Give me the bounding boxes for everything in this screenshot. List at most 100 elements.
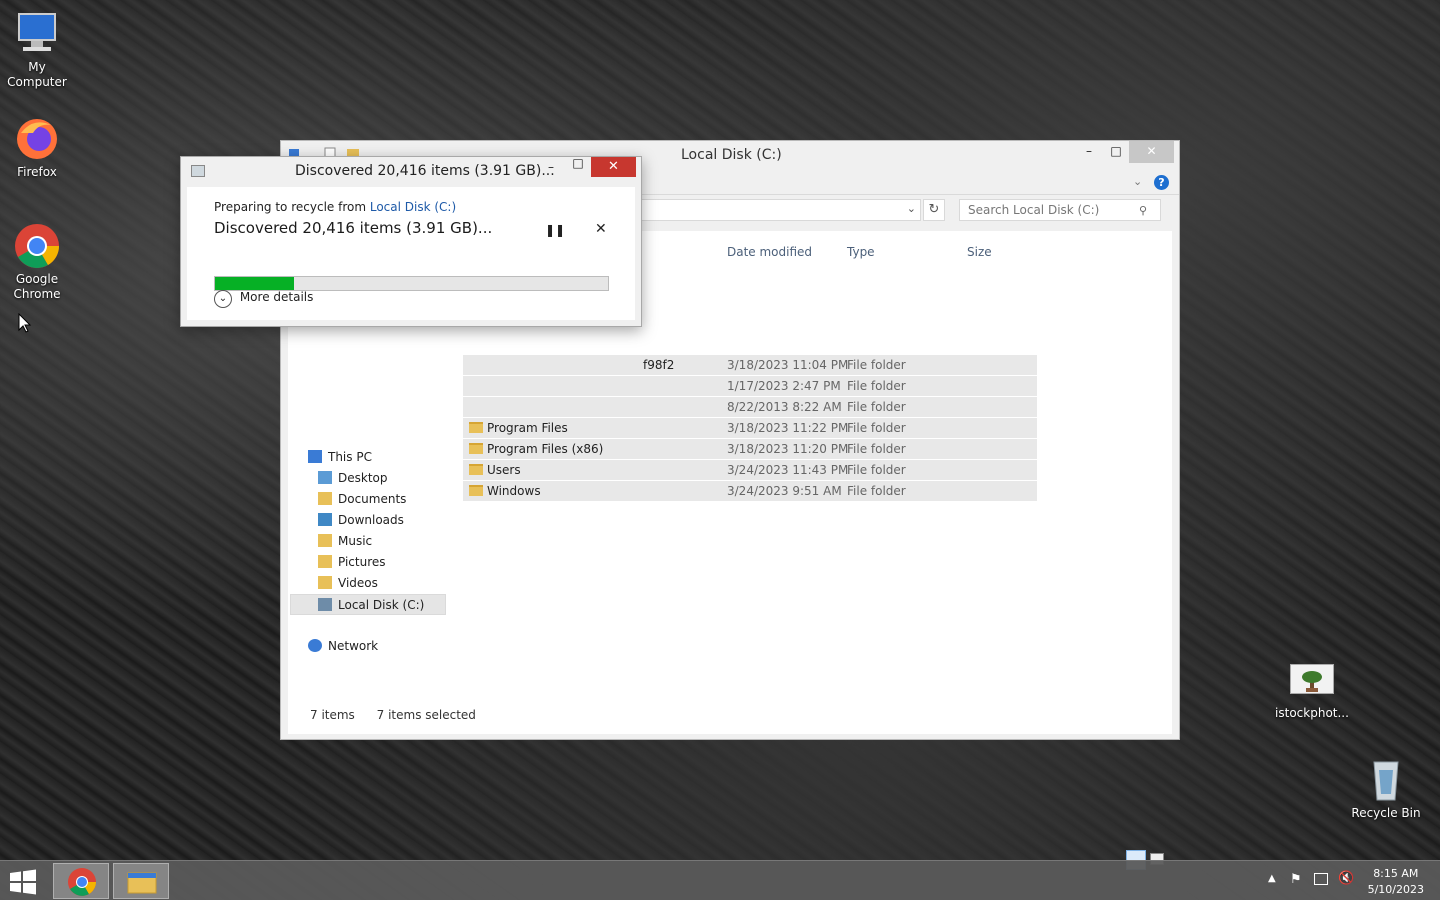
nav-label: Downloads — [338, 513, 404, 527]
desktop-icon-istockphoto[interactable]: istockphot... — [1274, 664, 1350, 721]
dialog-close-button[interactable]: ✕ — [591, 157, 636, 177]
nav-item-this-pc[interactable]: This PC — [308, 447, 372, 468]
selected-count: 7 items selected — [376, 708, 476, 722]
file-type: File folder — [847, 463, 906, 477]
action-center-flag-icon[interactable]: ⚑ — [1290, 872, 1302, 887]
file-type: File folder — [847, 484, 906, 498]
clock-time: 8:15 AM — [1373, 867, 1419, 880]
file-name: Windows — [487, 484, 541, 498]
nav-item-downloads[interactable]: Downloads — [318, 510, 404, 531]
system-clock[interactable]: 8:15 AM 5/10/2023 — [1368, 866, 1424, 898]
nav-item-documents[interactable]: Documents — [318, 489, 406, 510]
start-button[interactable] — [8, 869, 38, 895]
table-row[interactable]: Program Files 3/18/2023 11:22 PM File fold… — [463, 418, 1037, 439]
file-name: Program Files (x86) — [487, 442, 604, 456]
file-date: 3/18/2023 11:04 PM — [727, 358, 849, 372]
more-details-button[interactable]: ⌄ More details — [214, 290, 313, 308]
volume-muted-icon[interactable]: 🔇 — [1338, 871, 1354, 886]
column-header-size[interactable]: Size — [967, 245, 992, 259]
search-input[interactable]: Search Local Disk (C:) — [959, 199, 1161, 221]
cancel-button[interactable]: ✕ — [595, 221, 607, 237]
desktop-icon-label: My — [28, 60, 46, 74]
desktop-icon-my-computer[interactable]: My Computer — [1, 10, 73, 90]
minimize-button[interactable]: – — [1074, 141, 1104, 163]
pictures-folder-icon — [318, 555, 332, 568]
folder-icon — [469, 422, 483, 433]
progress-heading: Discovered 20,416 items (3.91 GB)... — [214, 219, 493, 237]
taskbar-explorer-button[interactable] — [113, 863, 169, 899]
dialog-body: Preparing to recycle from Local Disk (C:… — [187, 187, 635, 320]
recycle-bin-icon — [1362, 756, 1410, 804]
file-type: File folder — [847, 421, 906, 435]
explorer-title: Local Disk (C:) — [681, 147, 782, 163]
file-type: File folder — [847, 379, 906, 393]
computer-icon — [308, 450, 322, 463]
table-row[interactable]: Users 3/24/2023 11:43 PM File folder — [463, 460, 1037, 481]
nav-label: Documents — [338, 492, 407, 506]
file-date: 3/18/2023 11:22 PM — [727, 421, 849, 435]
file-date: 3/24/2023 11:43 PM — [727, 463, 849, 477]
folder-icon — [469, 485, 483, 496]
dialog-minimize-button[interactable]: – — [536, 157, 566, 179]
show-hidden-icons-button[interactable]: ▲ — [1268, 873, 1276, 884]
nav-label: Local Disk (C:) — [338, 598, 425, 612]
network-status-icon[interactable] — [1314, 873, 1328, 885]
address-dropdown-icon[interactable]: ⌄ — [907, 202, 916, 215]
nav-item-videos[interactable]: Videos — [318, 573, 378, 594]
taskbar: ▲ ⚑ 🔇 8:15 AM 5/10/2023 — [0, 860, 1440, 900]
videos-folder-icon — [318, 576, 332, 589]
file-name: f98f2 — [643, 358, 675, 372]
file-explorer-icon — [127, 872, 157, 894]
search-icon: ⚲ — [1139, 204, 1148, 217]
progress-bar — [214, 276, 609, 291]
table-row[interactable]: Windows 3/24/2023 9:51 AM File folder — [463, 481, 1037, 502]
folder-icon — [469, 464, 483, 475]
desktop-icon-label: Chrome — [13, 287, 61, 301]
preparing-prefix: Preparing to recycle from — [214, 200, 367, 214]
file-date: 1/17/2023 2:47 PM — [727, 379, 841, 393]
pause-button[interactable]: ❚❚ — [545, 223, 565, 237]
file-type: File folder — [847, 358, 906, 372]
column-header-type[interactable]: Type — [847, 245, 875, 259]
nav-item-local-disk[interactable]: Local Disk (C:) — [290, 594, 446, 615]
music-folder-icon — [318, 534, 332, 547]
recycle-progress-dialog[interactable]: Discovered 20,416 items (3.91 GB)... – □… — [180, 156, 642, 327]
chevron-down-icon: ⌄ — [214, 290, 232, 308]
item-count: 7 items — [310, 708, 355, 722]
file-type: File folder — [847, 442, 906, 456]
source-link[interactable]: Local Disk (C:) — [370, 200, 456, 214]
chrome-icon — [68, 868, 96, 896]
maximize-button[interactable]: □ — [1101, 141, 1131, 163]
expand-ribbon-icon[interactable]: ⌄ — [1133, 175, 1142, 188]
more-details-label: More details — [239, 290, 314, 304]
table-row[interactable]: Program Files (x86) 3/18/2023 11:20 PM Fil… — [463, 439, 1037, 460]
table-row[interactable]: 1/17/2023 2:47 PM File folder — [463, 376, 1037, 397]
dialog-maximize-button[interactable]: □ — [563, 153, 593, 175]
file-type: File folder — [847, 400, 906, 414]
close-button[interactable]: ✕ — [1129, 141, 1174, 163]
nav-item-network[interactable]: Network — [308, 636, 378, 657]
column-header-date[interactable]: Date modified — [727, 245, 812, 259]
file-date: 3/24/2023 9:51 AM — [727, 484, 842, 498]
nav-item-music[interactable]: Music — [318, 531, 372, 552]
drive-icon — [318, 598, 332, 611]
network-icon — [308, 639, 322, 652]
dialog-title: Discovered 20,416 items (3.91 GB)... — [295, 163, 555, 179]
nav-item-pictures[interactable]: Pictures — [318, 552, 386, 573]
file-date: 3/18/2023 11:20 PM — [727, 442, 849, 456]
table-row[interactable]: f98f2 3/18/2023 11:04 PM File folder — [463, 355, 1037, 376]
nav-item-desktop[interactable]: Desktop — [318, 468, 388, 489]
image-file-icon — [1290, 664, 1334, 694]
nav-label: This PC — [328, 450, 372, 464]
desktop-icon-recycle-bin[interactable]: Recycle Bin — [1350, 756, 1422, 821]
desktop-icon-firefox[interactable]: Firefox — [1, 115, 73, 180]
firefox-icon — [13, 115, 61, 163]
progress-fill — [215, 277, 294, 290]
refresh-button[interactable]: ↻ — [923, 199, 945, 221]
nav-label: Pictures — [338, 555, 386, 569]
mouse-cursor-icon — [18, 312, 32, 336]
table-row[interactable]: 8/22/2013 8:22 AM File folder — [463, 397, 1037, 418]
help-icon[interactable]: ? — [1154, 175, 1169, 190]
desktop-icon-google-chrome[interactable]: Google Chrome — [1, 222, 73, 302]
taskbar-chrome-button[interactable] — [53, 863, 109, 899]
